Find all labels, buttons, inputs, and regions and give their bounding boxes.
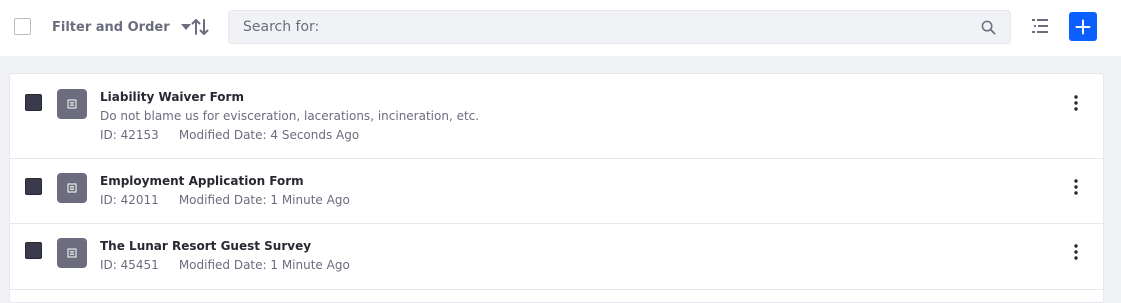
record-meta: ID: 42153 Modified Date: 4 Seconds Ago [100,128,359,142]
filter-and-order-dropdown[interactable]: Filter and Order [52,15,191,39]
record-id: ID: 42153 [100,128,159,142]
kebab-menu-icon[interactable] [1068,94,1084,112]
order-arrow-icon [191,19,209,35]
record-title[interactable]: Employment Application Form [100,174,304,188]
record-modified-date: Modified Date: 1 Minute Ago [178,193,350,207]
form-list: Liability Waiver Form Do not blame us fo… [9,73,1104,303]
form-icon [57,89,87,119]
list-item[interactable]: Liability Waiver Form Do not blame us fo… [10,74,1103,159]
record-title[interactable]: The Lunar Resort Guest Survey [100,239,311,253]
record-meta: ID: 45451 Modified Date: 1 Minute Ago [100,258,350,272]
list-item[interactable]: The Lunar Resort Guest Survey ID: 45451 … [10,224,1103,290]
record-title[interactable]: Liability Waiver Form [100,90,244,104]
record-modified-date: Modified Date: 1 Minute Ago [178,258,350,272]
select-all-checkbox[interactable] [14,18,31,35]
add-button[interactable] [1069,12,1097,41]
record-id: ID: 42011 [100,193,159,207]
list-view-button[interactable] [1030,16,1050,36]
sort-order-button[interactable] [189,16,211,38]
form-icon [57,238,87,268]
form-icon [57,173,87,203]
list-view-icon [1032,19,1048,33]
record-id: ID: 45451 [100,258,159,272]
row-checkbox[interactable] [25,178,42,195]
list-item[interactable]: Employment Application Form ID: 42011 Mo… [10,159,1103,224]
plus-icon [1075,19,1091,34]
row-checkbox[interactable] [25,242,42,259]
row-checkbox[interactable] [25,94,42,111]
search-icon[interactable] [981,20,996,35]
filter-and-order-label: Filter and Order [52,19,170,35]
search-input[interactable] [229,11,1010,43]
record-modified-date: Modified Date: 4 Seconds Ago [178,128,360,142]
record-meta: ID: 42011 Modified Date: 1 Minute Ago [100,193,350,207]
kebab-menu-icon[interactable] [1068,243,1084,261]
search-bar [228,10,1011,44]
management-toolbar: Filter and Order [0,0,1121,56]
record-description: Do not blame us for evisceration, lacera… [100,109,480,123]
kebab-menu-icon[interactable] [1068,178,1084,196]
